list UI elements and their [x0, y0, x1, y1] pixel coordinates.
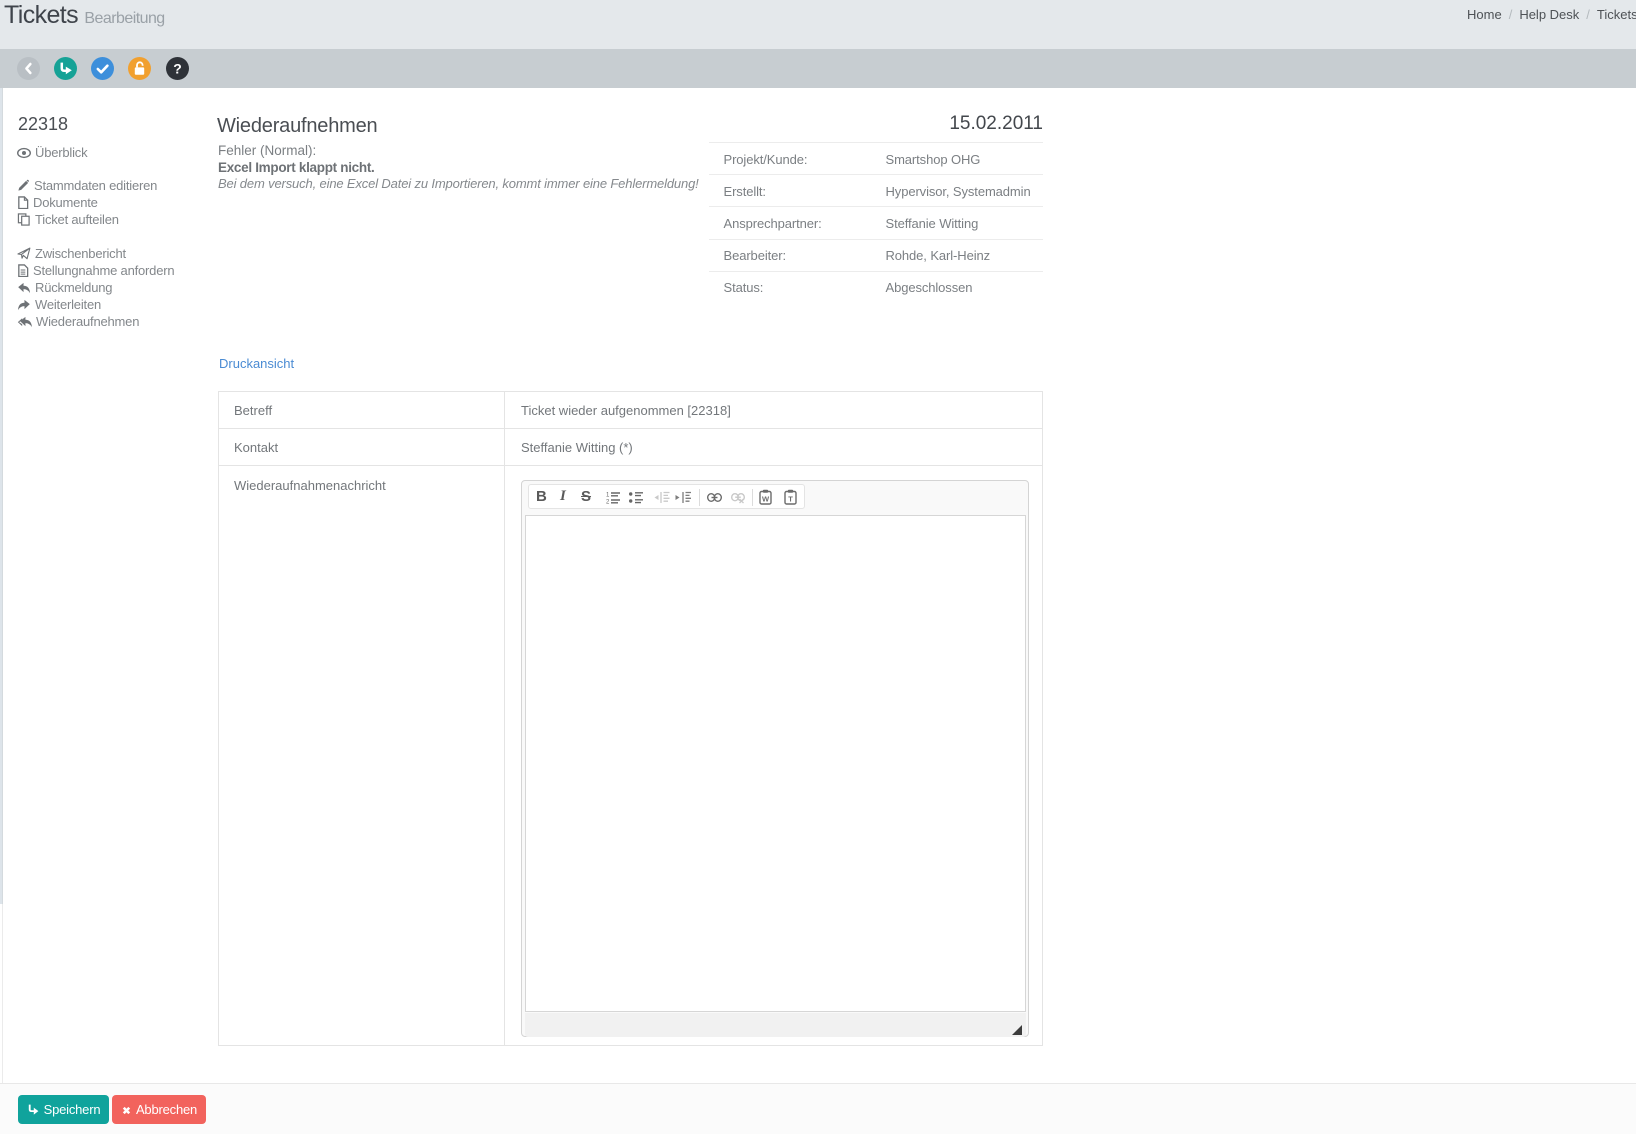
- svg-text:T: T: [788, 495, 793, 504]
- svg-text:?: ?: [173, 60, 182, 76]
- svg-text:W: W: [762, 495, 770, 504]
- svg-text:2: 2: [606, 500, 610, 505]
- svg-text:1: 1: [606, 493, 610, 499]
